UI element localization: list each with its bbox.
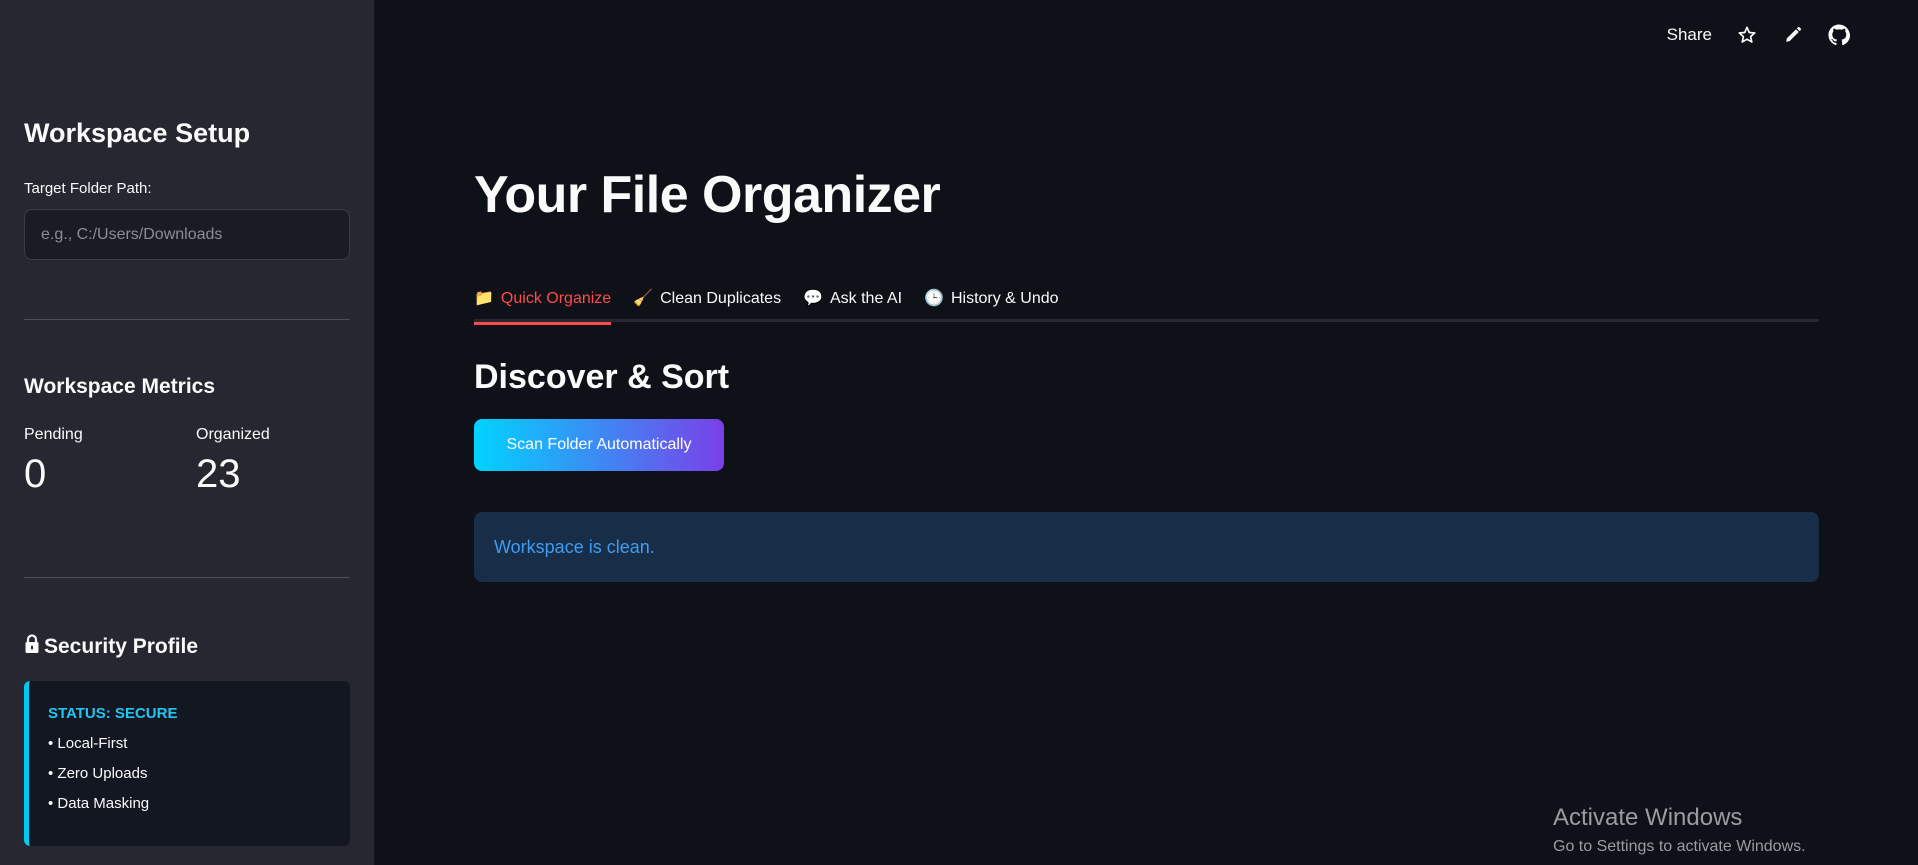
folder-icon: 📁 [474,290,494,307]
sidebar: Workspace Setup Target Folder Path: Work… [0,0,374,865]
sidebar-divider [24,319,350,320]
tab-label: History & Undo [950,290,1059,307]
lock-icon [24,634,40,660]
info-message: Workspace is clean. [494,536,655,557]
sidebar-divider [24,577,350,578]
broom-icon: 🧹 [633,290,654,307]
security-item: • Local-First [48,735,128,752]
metric-organized: Organized 23 [196,426,346,497]
tab-bar: 📁 Quick Organize 🧹 Clean Duplicates 💬 As… [474,282,1819,325]
metric-value: 23 [196,452,241,496]
security-title: Security Profile [24,634,198,660]
security-item: • Data Masking [48,795,150,812]
scan-folder-button[interactable]: Scan Folder Automatically [474,419,724,471]
main-content: Your File Organizer 📁 Quick Organize 🧹 C… [374,0,1918,865]
tab-label: Clean Duplicates [660,290,782,307]
metric-label: Organized [196,426,270,443]
security-card: STATUS: SECURE • Local-First • Zero Uplo… [24,681,350,846]
activation-title: Activate Windows [1553,804,1743,831]
security-title-text: Security Profile [44,635,199,658]
app-root: Workspace Setup Target Folder Path: Work… [0,0,1918,865]
tab-clean-duplicates[interactable]: 🧹 Clean Duplicates [633,282,781,322]
page-title: Your File Organizer [474,166,941,224]
clock-icon: 🕒 [924,290,944,307]
security-status: STATUS: SECURE [48,705,178,722]
speech-bubble-icon: 💬 [803,290,823,307]
tab-label: Ask the AI [829,290,903,307]
tab-quick-organize[interactable]: 📁 Quick Organize [474,282,612,325]
activation-watermark: Activate Windows Go to Settings to activ… [1553,804,1806,856]
section-title: Discover & Sort [474,358,730,396]
sidebar-title: Workspace Setup [24,118,251,148]
metric-label: Pending [24,426,83,443]
metric-pending: Pending 0 [24,426,174,497]
metrics-title: Workspace Metrics [24,375,216,398]
activation-subtitle: Go to Settings to activate Windows. [1553,838,1806,855]
security-item: • Zero Uploads [48,765,148,782]
tab-ask-the-ai[interactable]: 💬 Ask the AI [803,282,902,322]
folder-path-label: Target Folder Path: [24,180,152,197]
metric-value: 0 [24,452,47,496]
tab-history-undo[interactable]: 🕒 History & Undo [924,282,1059,322]
tab-label: Quick Organize [500,290,612,307]
folder-path-input[interactable] [24,209,350,260]
info-alert: Workspace is clean. [474,512,1819,582]
